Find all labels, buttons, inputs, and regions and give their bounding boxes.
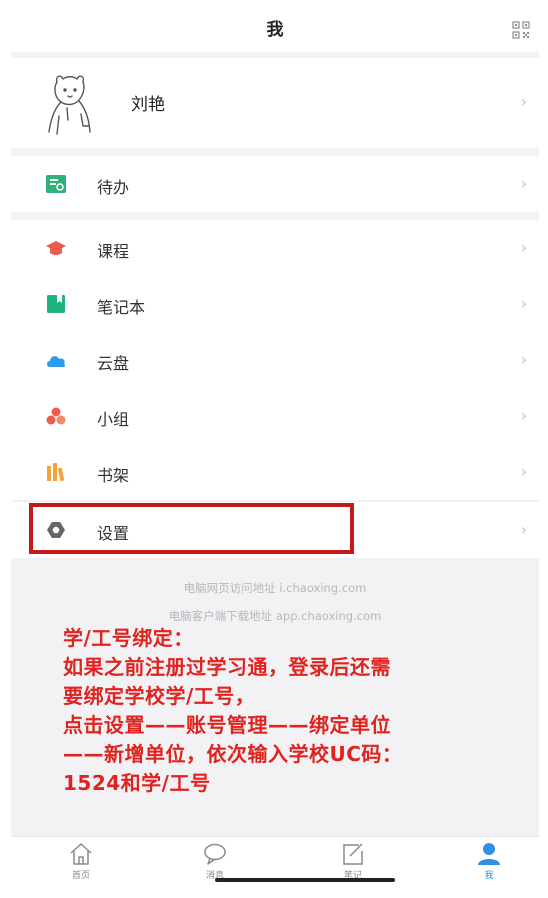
nav-header: 我 [11,8,539,52]
note-line: 点击设置——账号管理——绑定单位 [63,713,391,737]
chevron-right-icon: › [520,92,527,111]
tab-home[interactable]: 首页 [51,841,111,881]
menu-item-label: 小组 [97,410,130,429]
menu-item-todo[interactable]: 待办 › [11,156,539,212]
note-line: ——新增单位，依次输入学校UC码： [63,742,403,766]
chevron-right-icon: › [520,520,527,539]
sketch-avatar-icon [48,75,91,135]
bookshelf-icon [47,463,65,481]
client-url-text: 电脑客户端下载地址 app.chaoxing.com [168,609,382,623]
chevron-right-icon: › [520,406,527,425]
note-edit-icon [343,843,363,865]
user-name: 刘艳 [131,95,165,115]
group-icon [46,407,66,425]
chevron-right-icon: › [520,238,527,257]
home-icon [70,843,92,865]
settings-highlight-box [29,503,354,554]
menu-item-label: 书架 [97,466,130,485]
chevron-right-icon: › [520,350,527,369]
tab-me[interactable]: 我 [459,841,519,881]
qrcode-icon[interactable] [512,21,530,39]
tab-label: 我 [484,871,494,881]
profile-row[interactable]: 刘艳 › [11,58,539,148]
binding-instruction-note: 学/工号绑定： 如果之前注册过学习通，登录后还需 要绑定学校学/工号， 点击设置… [63,624,503,798]
web-url-text: 电脑网页访问地址 i.chaoxing.com [183,581,367,595]
message-icon [204,843,226,865]
todo-icon [46,175,66,193]
cloud-icon [47,356,66,367]
menu-item-course[interactable]: 课程 › [11,220,539,276]
tab-messages[interactable]: 消息 [185,841,245,881]
chevron-right-icon: › [520,294,527,313]
menu-item-notebook[interactable]: 笔记本 › [11,276,539,332]
tab-notes[interactable]: 笔记 [323,841,383,881]
main-menu-group: 课程 › 笔记本 › 云盘 › 小组 › 书架 › [11,220,539,500]
phone-screen: 我 刘艳 › 待办 › 课程 › 笔记本 › 云盘 › 小组 › 书架 › 设置… [11,8,539,890]
menu-item-label: 云盘 [97,354,130,373]
graduation-cap-icon [46,241,66,255]
chevron-right-icon: › [520,462,527,481]
chevron-right-icon: › [520,174,527,193]
menu-item-cloud[interactable]: 云盘 › [11,332,539,388]
user-icon [478,843,500,865]
note-line: 要绑定学校学/工号， [63,684,256,708]
note-line: 1524和学/工号 [63,771,211,795]
note-line: 学/工号绑定： [63,626,194,650]
menu-item-group[interactable]: 小组 › [11,388,539,444]
menu-item-label: 笔记本 [97,298,146,317]
todo-group: 待办 › [11,156,539,212]
menu-item-bookshelf[interactable]: 书架 › [11,444,539,500]
home-indicator [215,878,395,882]
page-title: 我 [266,20,284,40]
menu-item-label: 待办 [97,178,130,197]
note-line: 如果之前注册过学习通，登录后还需 [63,655,391,679]
menu-item-label: 课程 [97,242,130,261]
tab-label: 首页 [71,871,90,881]
notebook-icon [47,295,65,313]
